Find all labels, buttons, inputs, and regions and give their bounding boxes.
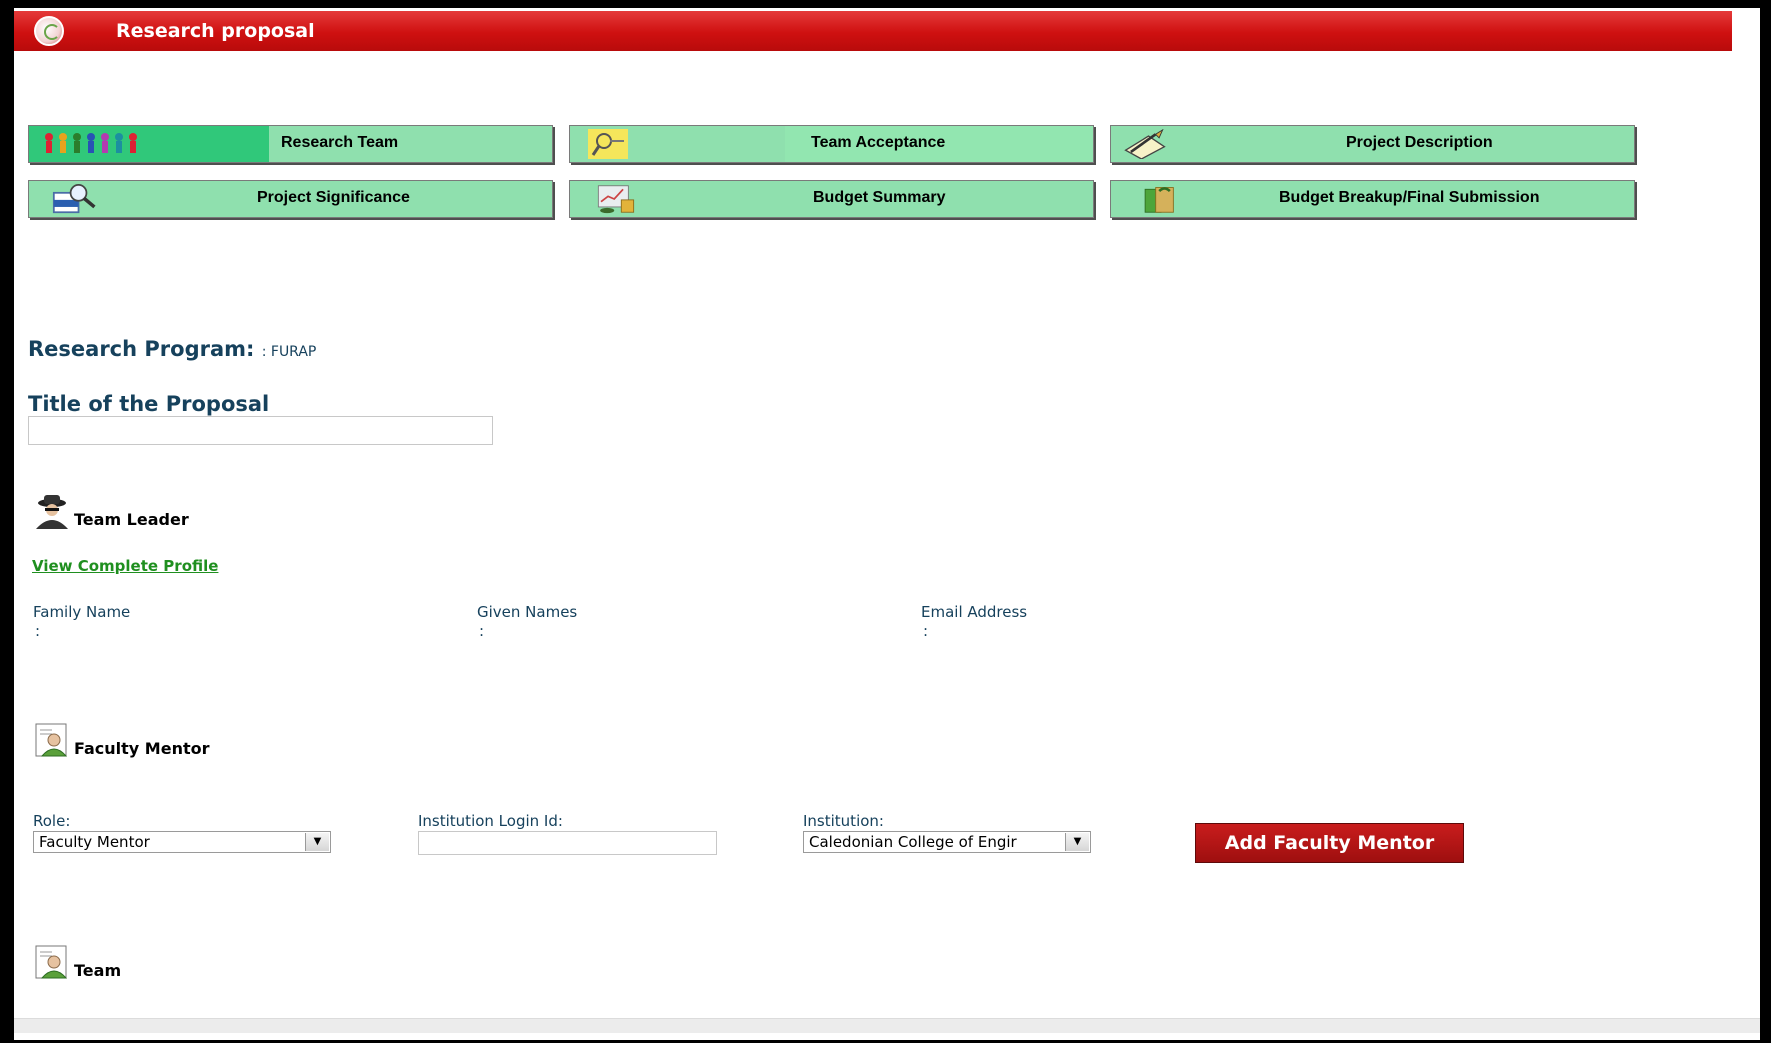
chart-money-icon (597, 185, 635, 214)
institution-login-id-label: Institution Login Id: (418, 812, 563, 830)
search-document-icon (52, 184, 96, 214)
given-names-value: : (479, 622, 485, 640)
money-bag-icon (1144, 187, 1174, 213)
institution-label: Institution: (803, 812, 884, 830)
footer-bar (14, 1018, 1760, 1033)
team-label: Team (74, 961, 122, 980)
nav-label: Budget Breakup/Final Submission (1279, 189, 1540, 206)
nav-team-acceptance[interactable]: Team Acceptance (569, 125, 1094, 163)
nav-project-description[interactable]: Project Description (1110, 125, 1635, 163)
nav-label: Research Team (281, 134, 399, 151)
institution-select-value: Caledonian College of Engir (809, 833, 1017, 851)
faculty-mentor-heading: Faculty Mentor (32, 722, 210, 758)
magnifier-key-icon (588, 129, 628, 159)
app-logo (34, 16, 64, 46)
nav-project-significance[interactable]: Project Significance (28, 180, 553, 218)
nav-label: Project Significance (257, 189, 410, 206)
team-leader-heading: Team Leader (32, 493, 189, 529)
user-card-icon (35, 945, 68, 979)
nav-label: Project Description (1346, 134, 1493, 151)
role-label: Role: (33, 812, 71, 830)
nav-budget-summary[interactable]: Budget Summary (569, 180, 1094, 218)
team-icon (45, 133, 137, 153)
nav-label: Team Acceptance (811, 134, 946, 151)
family-name-value: : (35, 622, 41, 640)
page-title: Research proposal (116, 20, 315, 42)
nav-research-team[interactable]: Research Team (28, 125, 553, 163)
dropdown-arrow-icon[interactable]: ▼ (1065, 833, 1089, 851)
dropdown-arrow-icon[interactable]: ▼ (305, 833, 329, 851)
research-program-heading: Research Program: : FURAP (28, 337, 316, 361)
proposal-title-input[interactable] (28, 416, 493, 445)
email-address-label: Email Address (921, 603, 1028, 621)
team-leader-label: Team Leader (74, 510, 189, 529)
spy-person-icon (36, 495, 68, 529)
add-faculty-mentor-button[interactable]: Add Faculty Mentor (1195, 823, 1464, 863)
research-program-value: : FURAP (261, 344, 317, 360)
header-bar: Research proposal (14, 11, 1732, 51)
role-select[interactable]: Faculty Mentor ▼ (33, 831, 331, 853)
institution-login-id-input[interactable] (418, 831, 717, 855)
nav-budget-breakup-final-submission[interactable]: Budget Breakup/Final Submission (1110, 180, 1635, 218)
user-card-icon (35, 723, 68, 757)
family-name-label: Family Name (33, 603, 131, 621)
team-heading: Team (32, 944, 121, 980)
faculty-mentor-label: Faculty Mentor (74, 739, 210, 758)
research-program-label: Research Program: (28, 337, 255, 361)
view-complete-profile-link[interactable]: View Complete Profile (32, 557, 218, 575)
role-select-value: Faculty Mentor (39, 833, 150, 851)
email-address-value: : (923, 622, 929, 640)
institution-select[interactable]: Caledonian College of Engir ▼ (803, 831, 1091, 853)
given-names-label: Given Names (477, 603, 578, 621)
proposal-title-label: Title of the Proposal (28, 392, 270, 416)
pencil-paper-icon (1124, 129, 1166, 159)
nav-label: Budget Summary (813, 189, 946, 206)
